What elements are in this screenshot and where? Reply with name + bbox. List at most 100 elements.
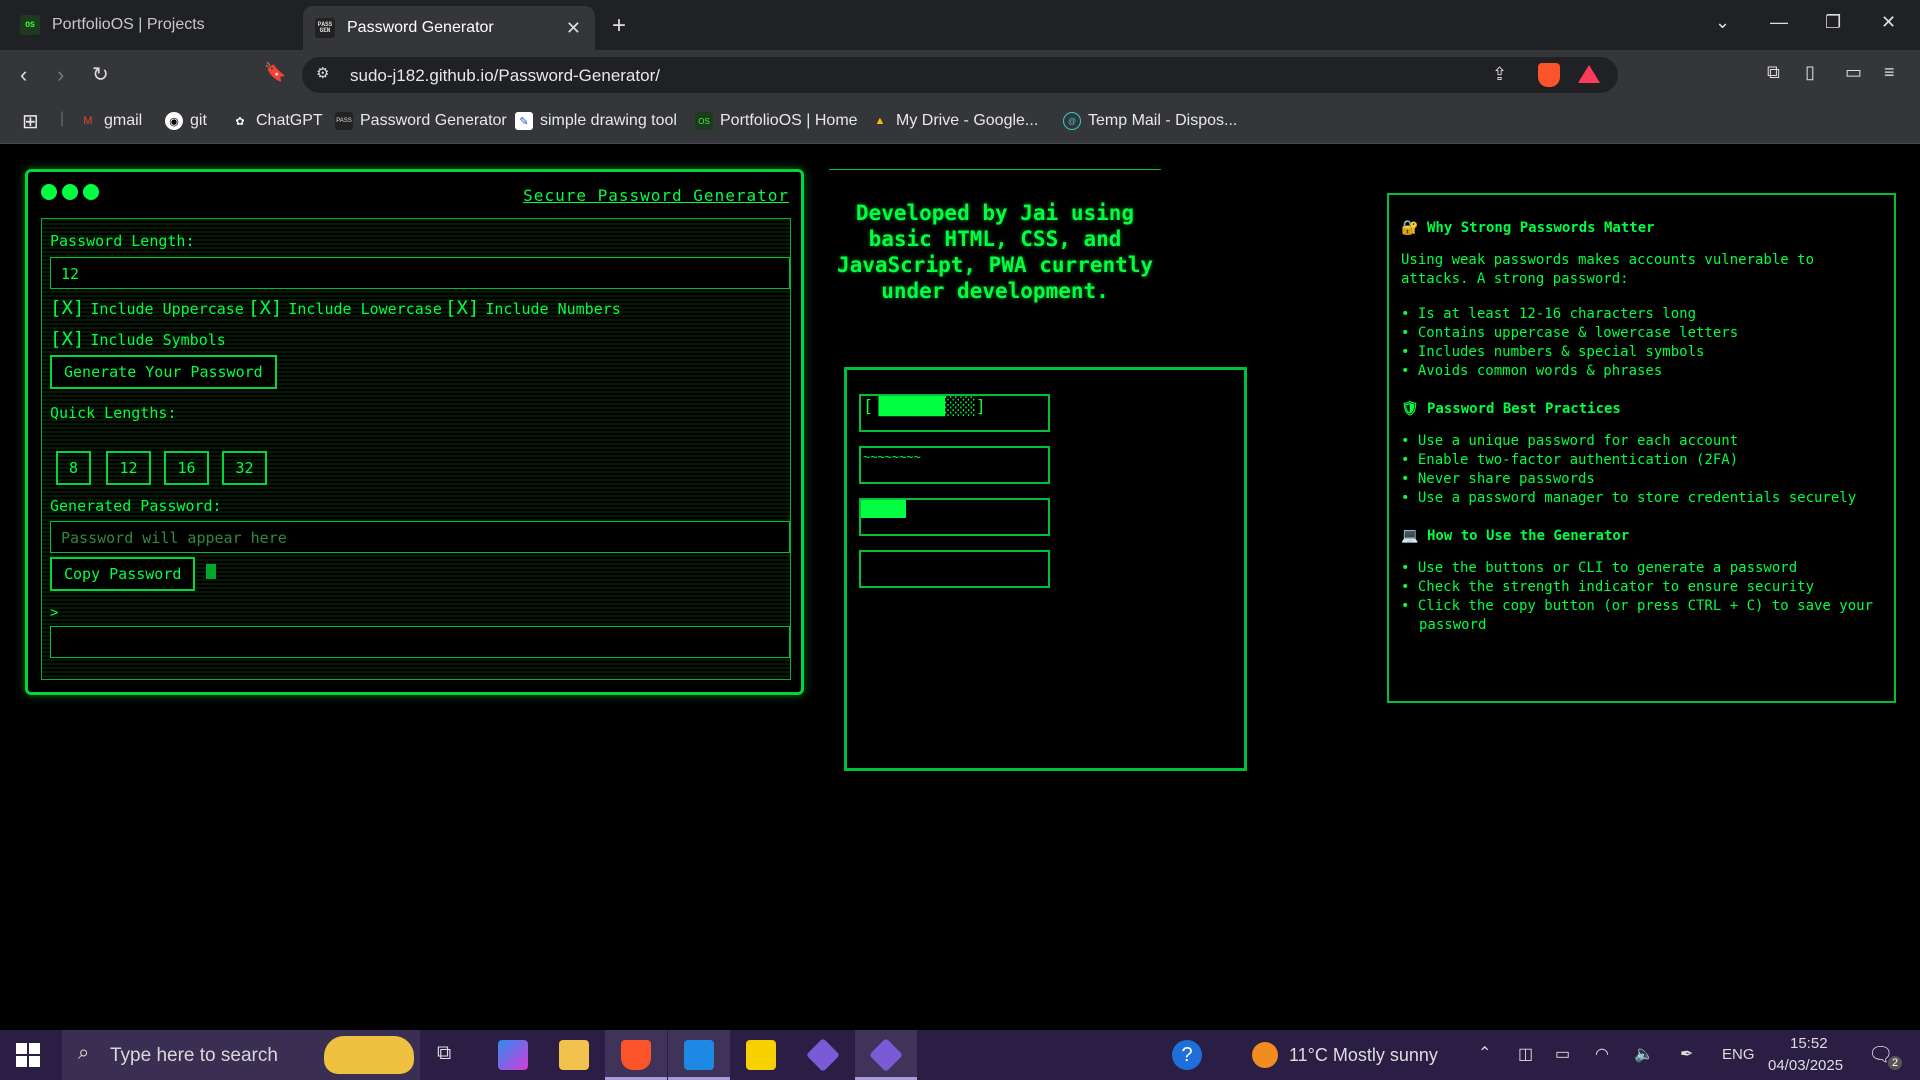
cli-prompt: > — [50, 605, 59, 621]
search-icon: ⌕ — [78, 1042, 90, 1064]
new-tab-icon[interactable]: + — [612, 12, 626, 40]
cli-input[interactable] — [50, 626, 790, 658]
site-info-icon[interactable]: ⚙ — [316, 64, 329, 82]
extensions-icon[interactable]: ⧉ — [1767, 62, 1780, 83]
portfolioos-favicon-icon: OS — [20, 15, 40, 35]
vscode-icon[interactable] — [684, 1040, 714, 1070]
wifi-icon[interactable]: ◠ — [1595, 1044, 1609, 1064]
list-item: • Includes numbers & special symbols — [1401, 344, 1705, 360]
empty-box — [859, 550, 1050, 588]
length-input[interactable]: 12 — [50, 257, 790, 289]
github-icon: ◉ — [165, 112, 183, 130]
section-heading: 💻 How to Use the Generator — [1401, 528, 1630, 544]
git-tool-icon[interactable] — [806, 1038, 840, 1072]
sticky-notes-icon[interactable] — [746, 1040, 776, 1070]
quick-length-32-button[interactable]: 32 — [222, 451, 267, 485]
numbers-checkbox[interactable]: [X] Include Numbers — [445, 297, 621, 319]
bookmark-icon[interactable]: 🔖 — [264, 62, 286, 83]
list-item: • Use a password manager to store creden… — [1401, 490, 1857, 506]
uppercase-checkbox[interactable]: [X] Include Uppercase — [50, 297, 244, 319]
apps-grid-icon[interactable]: ⊞ — [22, 109, 39, 134]
search-placeholder: Type here to search — [110, 1045, 278, 1066]
generate-button[interactable]: Generate Your Password — [50, 355, 277, 389]
restore-icon[interactable]: ❐ — [1825, 12, 1841, 33]
forward-icon[interactable]: › — [57, 62, 64, 88]
quick-length-16-button[interactable]: 16 — [164, 451, 209, 485]
bookmark-git[interactable]: ◉ git — [165, 112, 207, 130]
file-explorer-icon[interactable] — [559, 1040, 589, 1070]
volume-icon[interactable]: 🔈 — [1634, 1044, 1654, 1064]
weather-text[interactable]: 11°C Mostly sunny — [1289, 1045, 1438, 1066]
window-dot-icon — [62, 184, 78, 200]
brave-rewards-icon[interactable] — [1578, 65, 1600, 83]
divider — [829, 169, 1161, 170]
bookmark-chatgpt[interactable]: ✿ ChatGPT — [231, 112, 322, 130]
reload-icon[interactable]: ↻ — [92, 62, 109, 87]
weather-icon[interactable] — [1252, 1042, 1278, 1068]
battery-icon[interactable]: ▭ — [1555, 1044, 1570, 1064]
meet-now-icon[interactable]: ◫ — [1518, 1044, 1533, 1064]
drawing-icon: ✎ — [515, 112, 533, 130]
section-heading: 🔐 Why Strong Passwords Matter — [1401, 220, 1655, 236]
bookmark-my-drive[interactable]: ▲ My Drive - Google... — [871, 112, 1039, 130]
help-icon[interactable]: ? — [1172, 1040, 1202, 1070]
quick-length-8-button[interactable]: 8 — [56, 451, 91, 485]
bookmark-gmail[interactable]: Mgmail — [79, 112, 142, 130]
brave-shields-icon[interactable] — [1538, 63, 1560, 87]
tab-portfolioos-projects[interactable]: OS PortfolioOS | Projects — [0, 0, 300, 50]
wave-box: ~~~~~~~~ — [859, 446, 1050, 484]
symbols-checkbox[interactable]: [X] Include Symbols — [50, 328, 226, 350]
list-item: • Enable two-factor authentication (2FA) — [1401, 452, 1739, 468]
pen-icon[interactable]: ✒ — [1680, 1044, 1693, 1064]
strength-bar-text: [▐██████░░░] — [863, 397, 986, 417]
generated-password-label: Generated Password: — [50, 497, 222, 515]
back-icon[interactable]: ‹ — [20, 62, 27, 88]
chevron-up-icon[interactable]: ⌃ — [1478, 1043, 1491, 1063]
clock-date[interactable]: 04/03/2025 — [1768, 1057, 1843, 1074]
minimize-icon[interactable]: — — [1770, 12, 1788, 33]
language-indicator[interactable]: ENG — [1722, 1046, 1755, 1063]
lock-icon: 🔐 — [1401, 220, 1419, 236]
address-bar[interactable]: ⚙ sudo-j182.github.io/Password-Generator… — [302, 57, 1618, 93]
fill-bar — [861, 500, 906, 518]
search-highlight-icon — [324, 1036, 414, 1074]
list-item: • Use a unique password for each account — [1401, 433, 1739, 449]
windows-start-icon[interactable] — [16, 1043, 40, 1067]
brave-browser-icon[interactable] — [621, 1040, 651, 1070]
list-item: • Click the copy button (or press CTRL +… — [1401, 598, 1874, 633]
clock-time[interactable]: 15:52 — [1790, 1035, 1828, 1052]
shield-icon: 🛡 — [1401, 401, 1419, 417]
bookmark-simple-drawing-tool[interactable]: ✎ simple drawing tool — [515, 112, 677, 130]
info-panel: 🔐 Why Strong Passwords Matter Using weak … — [1387, 193, 1896, 703]
tab-search-icon[interactable]: ⌄ — [1715, 12, 1730, 33]
passgen-favicon-icon: PASS GEN — [315, 18, 335, 38]
fill-bar-box — [859, 498, 1050, 536]
password-output[interactable]: Password will appear here — [50, 521, 790, 553]
quick-length-12-button[interactable]: 12 — [106, 451, 151, 485]
strength-visualizer-panel: [▐██████░░░] ~~~~~~~~ — [844, 367, 1247, 771]
share-icon[interactable]: ⇪ — [1492, 64, 1507, 85]
bookmark-portfolioos-home[interactable]: OS PortfolioOS | Home — [695, 112, 858, 130]
close-tab-icon[interactable]: ✕ — [566, 18, 581, 39]
browser-toolbar: ‹ › ↻ 🔖 ⚙ sudo-j182.github.io/Password-G… — [0, 50, 1920, 100]
terminal-body: Password Length: 12 [X] Include Uppercase… — [41, 218, 791, 680]
menu-icon[interactable]: ≡ — [1884, 62, 1895, 83]
tab-password-generator[interactable]: PASS GEN Password Generator ✕ — [303, 6, 595, 50]
wallet-icon[interactable]: ▭ — [1845, 62, 1862, 83]
sidebar-icon[interactable]: ▯ — [1805, 62, 1815, 83]
copilot-icon[interactable] — [498, 1040, 528, 1070]
close-window-icon[interactable]: ✕ — [1881, 12, 1896, 33]
task-view-icon[interactable]: ⧉ — [437, 1042, 451, 1065]
list-item: • Avoids common words & phrases — [1401, 363, 1663, 379]
tab-title: Password Generator — [347, 19, 494, 36]
lowercase-checkbox[interactable]: [X] Include Lowercase — [248, 297, 442, 319]
gmail-icon: M — [83, 115, 93, 127]
length-label: Password Length: — [50, 232, 195, 250]
copy-password-button[interactable]: Copy Password — [50, 557, 196, 591]
bookmark-temp-mail[interactable]: @ Temp Mail - Dispos... — [1063, 112, 1237, 130]
bookmark-password-generator[interactable]: PASS Password Generator — [335, 112, 507, 130]
list-item: • Check the strength indicator to ensure… — [1401, 579, 1815, 595]
window-dot-icon — [41, 184, 57, 200]
taskbar-search-box[interactable]: ⌕ Type here to search — [62, 1030, 420, 1080]
url-text[interactable]: sudo-j182.github.io/Password-Generator/ — [350, 66, 660, 86]
